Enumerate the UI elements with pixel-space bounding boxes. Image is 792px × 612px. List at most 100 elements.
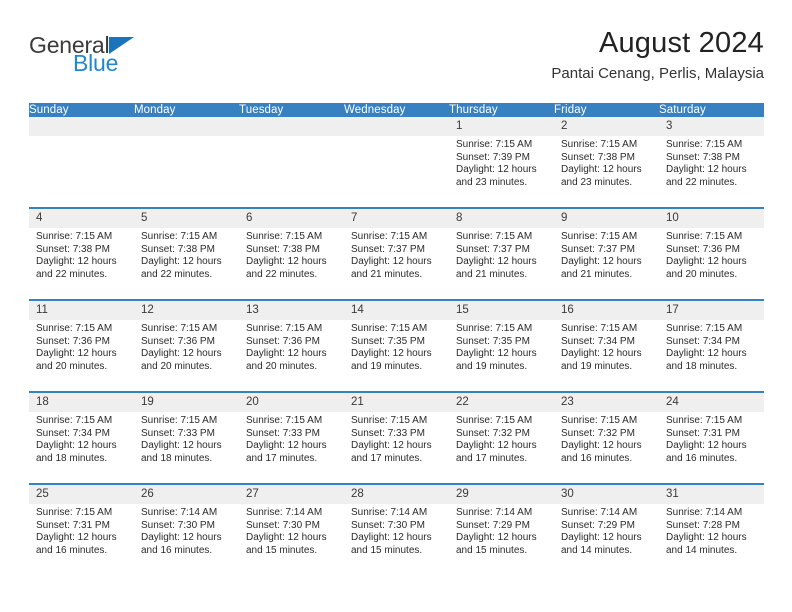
day-cell[interactable]: 31 Sunrise: 7:14 AM Sunset: 7:28 PM Dayl… (659, 483, 764, 575)
week-row: 11 Sunrise: 7:15 AM Sunset: 7:36 PM Dayl… (29, 299, 764, 392)
day-cell[interactable]: 13 Sunrise: 7:15 AM Sunset: 7:36 PM Dayl… (239, 299, 344, 392)
day-cell[interactable] (29, 117, 134, 208)
day-cell[interactable]: 12 Sunrise: 7:15 AM Sunset: 7:36 PM Dayl… (134, 299, 239, 392)
sunset-text: Sunset: 7:34 PM (561, 335, 635, 347)
daylight-line2: and 15 minutes. (246, 544, 318, 556)
day-number (29, 117, 134, 136)
day-cell[interactable]: 9 Sunrise: 7:15 AM Sunset: 7:37 PM Dayli… (554, 207, 659, 300)
sunrise-text: Sunrise: 7:15 AM (456, 139, 533, 150)
title-block: August 2024 Pantai Cenang, Perlis, Malay… (551, 26, 764, 84)
day-cell[interactable]: 20 Sunrise: 7:15 AM Sunset: 7:33 PM Dayl… (239, 391, 344, 484)
day-number: 26 (134, 486, 239, 504)
day-details: Sunrise: 7:15 AM Sunset: 7:38 PM Dayligh… (29, 228, 134, 281)
day-cell[interactable] (239, 117, 344, 208)
day-cell[interactable]: 19 Sunrise: 7:15 AM Sunset: 7:33 PM Dayl… (134, 391, 239, 484)
day-cell[interactable]: 14 Sunrise: 7:15 AM Sunset: 7:35 PM Dayl… (344, 299, 449, 392)
day-cell[interactable]: 3 Sunrise: 7:15 AM Sunset: 7:38 PM Dayli… (659, 117, 764, 208)
day-cell[interactable]: 28 Sunrise: 7:14 AM Sunset: 7:30 PM Dayl… (344, 483, 449, 575)
day-cell[interactable]: 30 Sunrise: 7:14 AM Sunset: 7:29 PM Dayl… (554, 483, 659, 575)
daylight-line1: Daylight: 12 hours (36, 348, 117, 360)
day-cell[interactable]: 16 Sunrise: 7:15 AM Sunset: 7:34 PM Dayl… (554, 299, 659, 392)
daylight-line1: Daylight: 12 hours (246, 532, 327, 544)
day-cell[interactable]: 17 Sunrise: 7:15 AM Sunset: 7:34 PM Dayl… (659, 299, 764, 392)
sunrise-text: Sunrise: 7:15 AM (246, 323, 323, 334)
day-details (344, 136, 449, 139)
day-number: 23 (554, 394, 659, 412)
daylight-line1: Daylight: 12 hours (141, 348, 222, 360)
day-cell[interactable]: 27 Sunrise: 7:14 AM Sunset: 7:30 PM Dayl… (239, 483, 344, 575)
daylight-line1: Daylight: 12 hours (666, 164, 747, 176)
day-cell[interactable]: 24 Sunrise: 7:15 AM Sunset: 7:31 PM Dayl… (659, 391, 764, 484)
day-number: 20 (239, 394, 344, 412)
daylight-line2: and 15 minutes. (456, 544, 528, 556)
sunset-text: Sunset: 7:35 PM (456, 335, 530, 347)
daylight-line1: Daylight: 12 hours (246, 348, 327, 360)
daylight-line2: and 22 minutes. (666, 176, 738, 188)
day-cell[interactable]: 15 Sunrise: 7:15 AM Sunset: 7:35 PM Dayl… (449, 299, 554, 392)
sunset-text: Sunset: 7:30 PM (351, 519, 425, 531)
sunset-text: Sunset: 7:31 PM (36, 519, 110, 531)
sunset-text: Sunset: 7:30 PM (141, 519, 215, 531)
page-title: August 2024 (598, 27, 764, 59)
weekday-header-row: Sunday Monday Tuesday Wednesday Thursday… (29, 103, 764, 117)
sunset-text: Sunset: 7:38 PM (561, 151, 635, 163)
day-cell[interactable]: 4 Sunrise: 7:15 AM Sunset: 7:38 PM Dayli… (29, 207, 134, 300)
sunrise-text: Sunrise: 7:15 AM (141, 323, 218, 334)
sunrise-text: Sunrise: 7:14 AM (456, 507, 533, 518)
day-number (239, 117, 344, 136)
daylight-line1: Daylight: 12 hours (36, 256, 117, 268)
day-cell[interactable]: 10 Sunrise: 7:15 AM Sunset: 7:36 PM Dayl… (659, 207, 764, 300)
day-number: 30 (554, 486, 659, 504)
daylight-line1: Daylight: 12 hours (561, 256, 642, 268)
daylight-line2: and 20 minutes. (141, 360, 213, 372)
day-cell[interactable]: 5 Sunrise: 7:15 AM Sunset: 7:38 PM Dayli… (134, 207, 239, 300)
day-cell[interactable]: 6 Sunrise: 7:15 AM Sunset: 7:38 PM Dayli… (239, 207, 344, 300)
daylight-line2: and 16 minutes. (666, 452, 738, 464)
sunrise-text: Sunrise: 7:14 AM (666, 507, 743, 518)
day-details: Sunrise: 7:15 AM Sunset: 7:37 PM Dayligh… (449, 228, 554, 281)
page-header: General Blue August 2024 Pantai Cenang, … (29, 26, 764, 96)
day-details: Sunrise: 7:15 AM Sunset: 7:33 PM Dayligh… (134, 412, 239, 465)
weekday-header-monday: Monday (134, 103, 239, 117)
sunset-text: Sunset: 7:37 PM (351, 243, 425, 255)
sunset-text: Sunset: 7:35 PM (351, 335, 425, 347)
day-cell[interactable]: 25 Sunrise: 7:15 AM Sunset: 7:31 PM Dayl… (29, 483, 134, 575)
day-cell[interactable]: 22 Sunrise: 7:15 AM Sunset: 7:32 PM Dayl… (449, 391, 554, 484)
daylight-line1: Daylight: 12 hours (561, 532, 642, 544)
weekday-header-sunday: Sunday (29, 103, 134, 117)
day-number: 15 (449, 302, 554, 320)
daylight-line2: and 23 minutes. (561, 176, 633, 188)
day-cell[interactable]: 1 Sunrise: 7:15 AM Sunset: 7:39 PM Dayli… (449, 117, 554, 208)
day-cell[interactable]: 2 Sunrise: 7:15 AM Sunset: 7:38 PM Dayli… (554, 117, 659, 208)
daylight-line2: and 19 minutes. (561, 360, 633, 372)
day-cell[interactable]: 18 Sunrise: 7:15 AM Sunset: 7:34 PM Dayl… (29, 391, 134, 484)
sunset-text: Sunset: 7:39 PM (456, 151, 530, 163)
day-details (29, 136, 134, 139)
day-number: 19 (134, 394, 239, 412)
day-cell[interactable]: 21 Sunrise: 7:15 AM Sunset: 7:33 PM Dayl… (344, 391, 449, 484)
sunset-text: Sunset: 7:38 PM (246, 243, 320, 255)
day-cell[interactable]: 11 Sunrise: 7:15 AM Sunset: 7:36 PM Dayl… (29, 299, 134, 392)
day-number (344, 117, 449, 136)
day-number: 13 (239, 302, 344, 320)
sunrise-text: Sunrise: 7:15 AM (36, 507, 113, 518)
day-cell[interactable]: 26 Sunrise: 7:14 AM Sunset: 7:30 PM Dayl… (134, 483, 239, 575)
daylight-line2: and 21 minutes. (456, 268, 528, 280)
day-cell[interactable]: 29 Sunrise: 7:14 AM Sunset: 7:29 PM Dayl… (449, 483, 554, 575)
day-details: Sunrise: 7:15 AM Sunset: 7:35 PM Dayligh… (344, 320, 449, 373)
sunrise-text: Sunrise: 7:15 AM (246, 415, 323, 426)
sunrise-text: Sunrise: 7:15 AM (561, 139, 638, 150)
day-details: Sunrise: 7:14 AM Sunset: 7:29 PM Dayligh… (554, 504, 659, 557)
day-cell[interactable]: 7 Sunrise: 7:15 AM Sunset: 7:37 PM Dayli… (344, 207, 449, 300)
sunset-text: Sunset: 7:34 PM (666, 335, 740, 347)
day-cell[interactable]: 8 Sunrise: 7:15 AM Sunset: 7:37 PM Dayli… (449, 207, 554, 300)
day-cell[interactable]: 23 Sunrise: 7:15 AM Sunset: 7:32 PM Dayl… (554, 391, 659, 484)
generalblue-logo[interactable]: General Blue (29, 34, 229, 75)
sunrise-text: Sunrise: 7:15 AM (456, 323, 533, 334)
day-cell[interactable] (134, 117, 239, 208)
day-cell[interactable] (344, 117, 449, 208)
weekday-header-thursday: Thursday (449, 103, 554, 117)
day-details: Sunrise: 7:15 AM Sunset: 7:33 PM Dayligh… (239, 412, 344, 465)
day-number: 10 (659, 210, 764, 228)
sunset-text: Sunset: 7:29 PM (456, 519, 530, 531)
